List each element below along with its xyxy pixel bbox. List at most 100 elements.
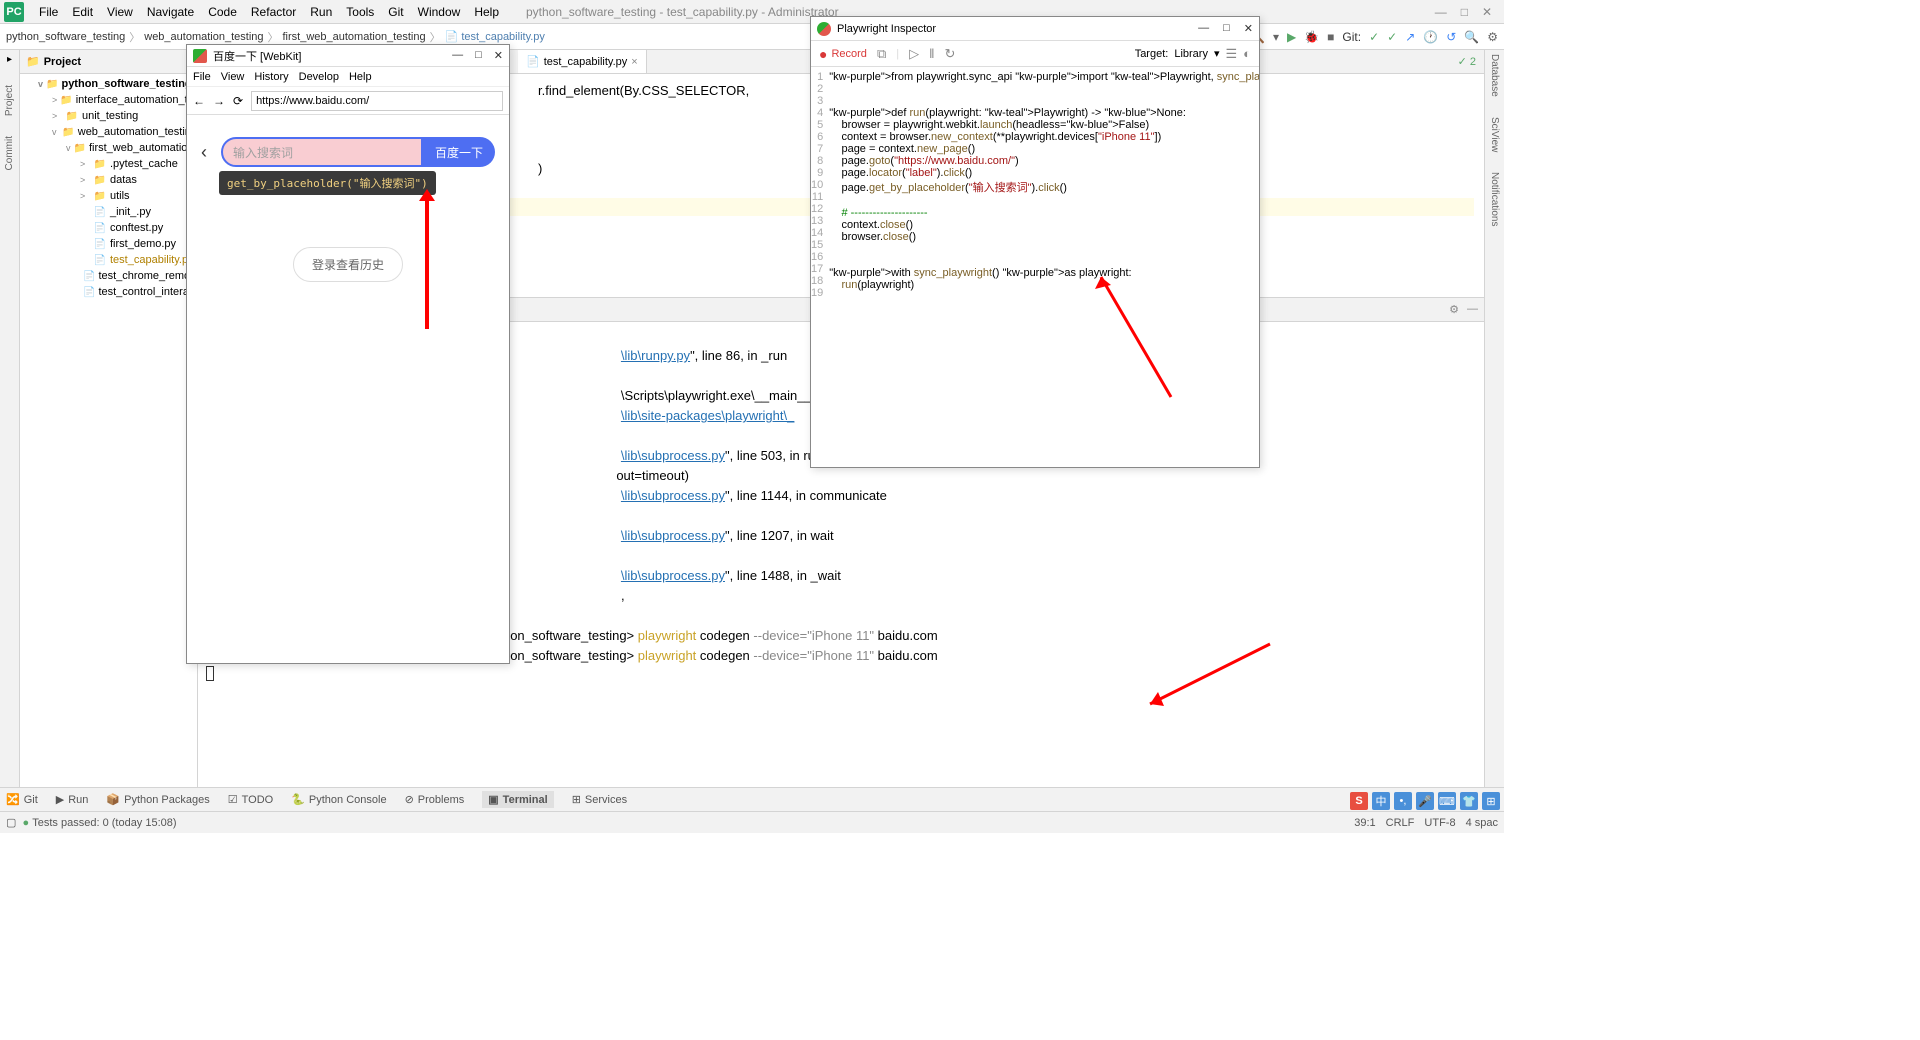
ime-mic-icon[interactable]: 🎤: [1416, 792, 1434, 810]
git-rollback-icon[interactable]: ↺: [1446, 30, 1456, 44]
tree-item[interactable]: 📄test_capability.py: [20, 252, 197, 268]
tree-item[interactable]: v📁web_automation_testing: [20, 124, 197, 140]
run-config[interactable]: ▾: [1273, 30, 1279, 44]
side-tab-commit[interactable]: Commit: [4, 136, 15, 170]
baidu-search-input[interactable]: 输入搜索词: [221, 137, 423, 167]
bottom-tab-todo[interactable]: ☑ TODO: [228, 793, 273, 806]
tree-item[interactable]: >📁.pytest_cache: [20, 156, 197, 172]
tree-item[interactable]: 📄first_demo.py: [20, 236, 197, 252]
tree-item[interactable]: 📄_init_.py: [20, 204, 197, 220]
browser-menu-file[interactable]: File: [193, 71, 211, 83]
resume-icon[interactable]: ▷: [909, 46, 919, 62]
bottom-tab-services[interactable]: ⊞ Services: [572, 793, 627, 806]
theme-icon[interactable]: ◐: [1243, 46, 1251, 61]
url-bar[interactable]: https://www.baidu.com/: [251, 91, 503, 111]
ime-menu-icon[interactable]: ⊞: [1482, 792, 1500, 810]
menu-file[interactable]: File: [32, 5, 65, 19]
tree-item[interactable]: v📁first_web_automation_te: [20, 140, 197, 156]
project-tree[interactable]: v📁 python_software_testing D:\ >📁interfa…: [20, 74, 197, 302]
menu-git[interactable]: Git: [381, 5, 410, 19]
list-icon[interactable]: ☰: [1225, 46, 1237, 62]
tree-item[interactable]: 📄test_control_interactio: [20, 284, 197, 300]
browser-viewport[interactable]: ‹ 输入搜索词 百度一下 get_by_placeholder("输入搜索词")…: [187, 115, 509, 663]
stop-icon[interactable]: ■: [1327, 30, 1334, 44]
breadcrumb-item[interactable]: first_web_automation_testing: [283, 31, 426, 43]
tree-item[interactable]: >📁utils: [20, 188, 197, 204]
tree-item[interactable]: >📁interface_automation_testin: [20, 92, 197, 108]
tree-item[interactable]: 📄conftest.py: [20, 220, 197, 236]
close-icon[interactable]: ✕: [1244, 22, 1253, 35]
settings-icon[interactable]: ⚙: [1487, 30, 1498, 44]
step-icon[interactable]: ↻: [944, 46, 955, 62]
git-history-icon[interactable]: 🕐: [1423, 30, 1438, 44]
close-icon[interactable]: ✕: [494, 49, 503, 62]
target-selector[interactable]: Target: Library ▾ ☰ ◐: [1135, 46, 1251, 62]
close-tab-icon[interactable]: ×: [631, 56, 637, 68]
browser-menu-view[interactable]: View: [221, 71, 245, 83]
expand-icon[interactable]: ▸: [7, 54, 12, 65]
side-tab-notifications[interactable]: Notifications: [1489, 172, 1500, 226]
baidu-search-button[interactable]: 百度一下: [423, 137, 495, 167]
menu-code[interactable]: Code: [201, 5, 244, 19]
minimize-icon[interactable]: —: [1198, 22, 1209, 35]
browser-menu-history[interactable]: History: [254, 71, 288, 83]
menu-window[interactable]: Window: [411, 5, 468, 19]
maximize-icon[interactable]: □: [1223, 22, 1230, 35]
browser-menu-develop[interactable]: Develop: [299, 71, 339, 83]
maximize-icon[interactable]: □: [1461, 5, 1468, 19]
inspector-code[interactable]: 1 2 3 4 5 6 7 8 9 10 11 12 13 14 15 16 1…: [811, 67, 1259, 467]
status-icon[interactable]: ▢: [6, 816, 16, 829]
side-tab-database[interactable]: Database: [1489, 54, 1500, 97]
terminal-minimize-icon[interactable]: —: [1467, 303, 1478, 316]
breadcrumb-item[interactable]: web_automation_testing: [144, 31, 263, 43]
debug-icon[interactable]: 🐞: [1304, 30, 1319, 44]
forward-icon[interactable]: →: [213, 94, 225, 108]
status-encoding[interactable]: UTF-8: [1424, 817, 1455, 829]
bottom-tab-git[interactable]: 🔀 Git: [6, 793, 38, 806]
menu-navigate[interactable]: Navigate: [140, 5, 201, 19]
status-indent[interactable]: 4 spac: [1466, 817, 1498, 829]
breadcrumb-item[interactable]: 📄 test_capability.py: [445, 30, 545, 43]
bottom-tab-problems[interactable]: ⊘ Problems: [405, 793, 465, 806]
editor-tab[interactable]: 📄 test_capability.py ×: [518, 50, 647, 73]
record-button[interactable]: Record: [819, 46, 867, 62]
run-icon[interactable]: ▶: [1287, 30, 1296, 44]
status-line-sep[interactable]: CRLF: [1386, 817, 1415, 829]
terminal-settings-icon[interactable]: ⚙: [1449, 303, 1459, 316]
browser-menu-help[interactable]: Help: [349, 71, 372, 83]
tree-item[interactable]: 📄test_chrome_remote.: [20, 268, 197, 284]
menu-view[interactable]: View: [100, 5, 140, 19]
status-caret[interactable]: 39:1: [1354, 817, 1375, 829]
ime-punct-icon[interactable]: •,: [1394, 792, 1412, 810]
bottom-tab-run[interactable]: ▶ Run: [56, 793, 89, 806]
ime-sogou-icon[interactable]: S: [1350, 792, 1368, 810]
close-icon[interactable]: ✕: [1482, 5, 1492, 19]
maximize-icon[interactable]: □: [475, 49, 482, 62]
baidu-back-icon[interactable]: ‹: [201, 142, 221, 163]
tree-item[interactable]: >📁unit_testing: [20, 108, 197, 124]
breadcrumb-item[interactable]: python_software_testing: [6, 31, 125, 43]
chevron-down-icon[interactable]: ▾: [1214, 47, 1220, 60]
menu-tools[interactable]: Tools: [339, 5, 381, 19]
tree-root[interactable]: v📁 python_software_testing D:\: [20, 76, 197, 92]
menu-run[interactable]: Run: [303, 5, 339, 19]
back-icon[interactable]: ←: [193, 94, 205, 108]
baidu-history-button[interactable]: 登录查看历史: [293, 247, 403, 282]
ime-skin-icon[interactable]: 👕: [1460, 792, 1478, 810]
bottom-tab-packages[interactable]: 📦 Python Packages: [106, 793, 209, 806]
tree-item[interactable]: >📁datas: [20, 172, 197, 188]
menu-refactor[interactable]: Refactor: [244, 5, 303, 19]
ime-keyboard-icon[interactable]: ⌨: [1438, 792, 1456, 810]
minimize-icon[interactable]: —: [452, 49, 463, 62]
git-update-icon[interactable]: ✓: [1369, 30, 1379, 44]
copy-icon[interactable]: ⧉: [877, 46, 886, 62]
reload-icon[interactable]: ⟳: [233, 94, 243, 108]
menu-help[interactable]: Help: [467, 5, 506, 19]
ime-lang-icon[interactable]: 中: [1372, 792, 1390, 810]
bottom-tab-console[interactable]: 🐍 Python Console: [291, 793, 386, 806]
git-push-icon[interactable]: ↗: [1405, 30, 1415, 44]
side-tab-project[interactable]: Project: [4, 85, 15, 116]
search-icon[interactable]: 🔍: [1464, 30, 1479, 44]
menu-edit[interactable]: Edit: [65, 5, 100, 19]
pause-icon[interactable]: ‖: [929, 46, 934, 61]
